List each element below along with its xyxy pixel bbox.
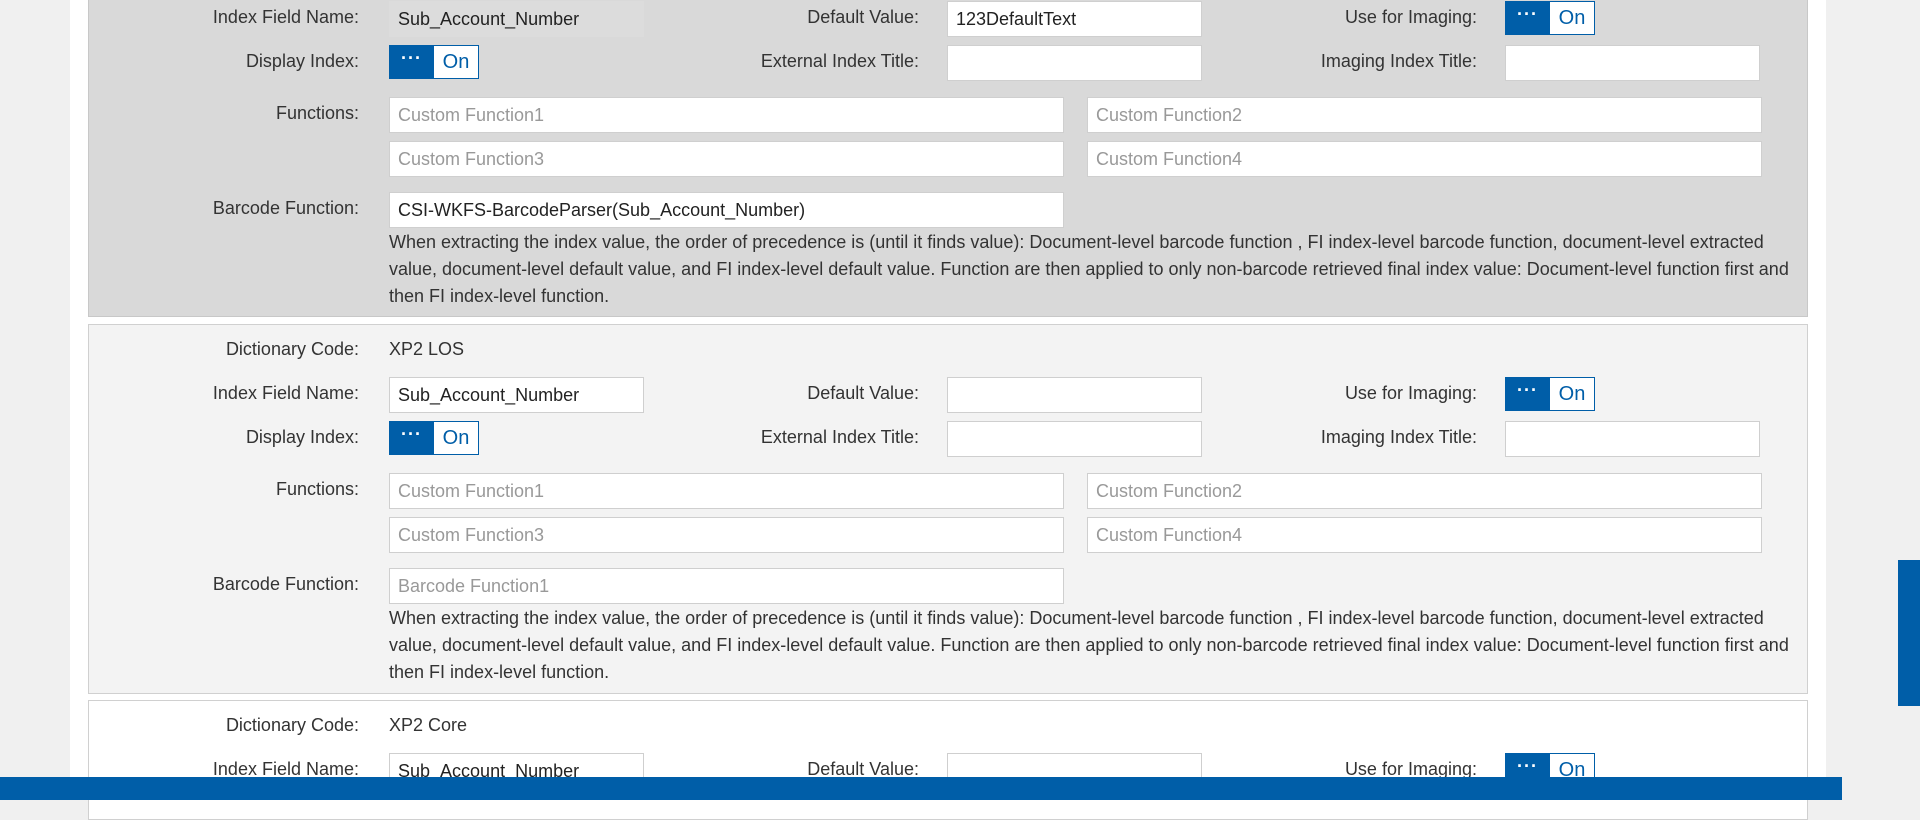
custom-function-2-input[interactable]: Custom Function2 (1087, 473, 1762, 509)
external-index-title-input[interactable] (947, 45, 1202, 81)
custom-function-4-input[interactable]: Custom Function4 (1087, 517, 1762, 553)
barcode-function-label: Barcode Function: (212, 574, 359, 594)
use-for-imaging-toggle[interactable]: ··· On (1505, 377, 1595, 411)
use-for-imaging-toggle[interactable]: ··· On (1505, 1, 1595, 35)
footer-bar (0, 777, 1842, 800)
default-value-input[interactable] (947, 377, 1202, 413)
custom-function-2-input[interactable]: Custom Function2 (1087, 97, 1762, 133)
precedence-help-text: When extracting the index value, the ord… (389, 232, 1789, 306)
index-field-name-label: Index Field Name: (212, 7, 359, 27)
custom-function-3-input[interactable]: Custom Function3 (389, 141, 1064, 177)
dictionary-code-label: Dictionary Code: (225, 715, 359, 735)
dictionary-code-value: XP2 LOS (389, 339, 465, 359)
page-content: Index Field Name: Sub_Account_Number Def… (70, 0, 1826, 820)
display-index-label: Display Index: (245, 51, 359, 71)
toggle-knob-icon: ··· (1505, 377, 1550, 411)
precedence-help-text: When extracting the index value, the ord… (389, 608, 1789, 682)
dictionary-code-value: XP2 Core (389, 715, 468, 735)
dictionary-code-label: Dictionary Code: (225, 339, 359, 359)
barcode-function-label: Barcode Function: (212, 198, 359, 218)
imaging-index-title-label: Imaging Index Title: (1320, 427, 1477, 447)
default-value-input[interactable]: 123DefaultText (947, 1, 1202, 37)
toggle-state: On (1550, 377, 1595, 411)
custom-function-1-input[interactable]: Custom Function1 (389, 473, 1064, 509)
default-value-label: Default Value: (807, 383, 919, 403)
imaging-index-title-label: Imaging Index Title: (1320, 51, 1477, 71)
display-index-toggle[interactable]: ··· On (389, 45, 479, 79)
functions-label: Functions: (275, 103, 359, 123)
custom-function-1-input[interactable]: Custom Function1 (389, 97, 1064, 133)
custom-function-4-input[interactable]: Custom Function4 (1087, 141, 1762, 177)
toggle-knob-icon: ··· (389, 421, 434, 455)
side-panel-tab[interactable] (1898, 560, 1920, 706)
external-index-title-input[interactable] (947, 421, 1202, 457)
display-index-toggle[interactable]: ··· On (389, 421, 479, 455)
index-entry-block: Dictionary Code: XP2 LOS Index Field Nam… (88, 324, 1808, 694)
index-field-name-field: Sub_Account_Number (389, 1, 644, 37)
toggle-knob-icon: ··· (1505, 1, 1550, 35)
display-index-label: Display Index: (245, 427, 359, 447)
toggle-state: On (434, 421, 479, 455)
default-value-label: Default Value: (807, 7, 919, 27)
custom-function-3-input[interactable]: Custom Function3 (389, 517, 1064, 553)
functions-label: Functions: (275, 479, 359, 499)
barcode-function-input[interactable]: Barcode Function1 (389, 568, 1064, 604)
index-entry-block: Index Field Name: Sub_Account_Number Def… (88, 0, 1808, 317)
use-for-imaging-label: Use for Imaging: (1344, 7, 1477, 27)
toggle-knob-icon: ··· (389, 45, 434, 79)
imaging-index-title-input[interactable] (1505, 421, 1760, 457)
external-index-title-label: External Index Title: (760, 427, 919, 447)
index-field-name-label: Index Field Name: (212, 383, 359, 403)
toggle-state: On (434, 45, 479, 79)
index-entry-block: Dictionary Code: XP2 Core Index Field Na… (88, 700, 1808, 820)
imaging-index-title-input[interactable] (1505, 45, 1760, 81)
external-index-title-label: External Index Title: (760, 51, 919, 71)
toggle-state: On (1550, 1, 1595, 35)
barcode-function-input[interactable]: CSI-WKFS-BarcodeParser(Sub_Account_Numbe… (389, 192, 1064, 228)
use-for-imaging-label: Use for Imaging: (1344, 383, 1477, 403)
index-field-name-input[interactable]: Sub_Account_Number (389, 377, 644, 413)
